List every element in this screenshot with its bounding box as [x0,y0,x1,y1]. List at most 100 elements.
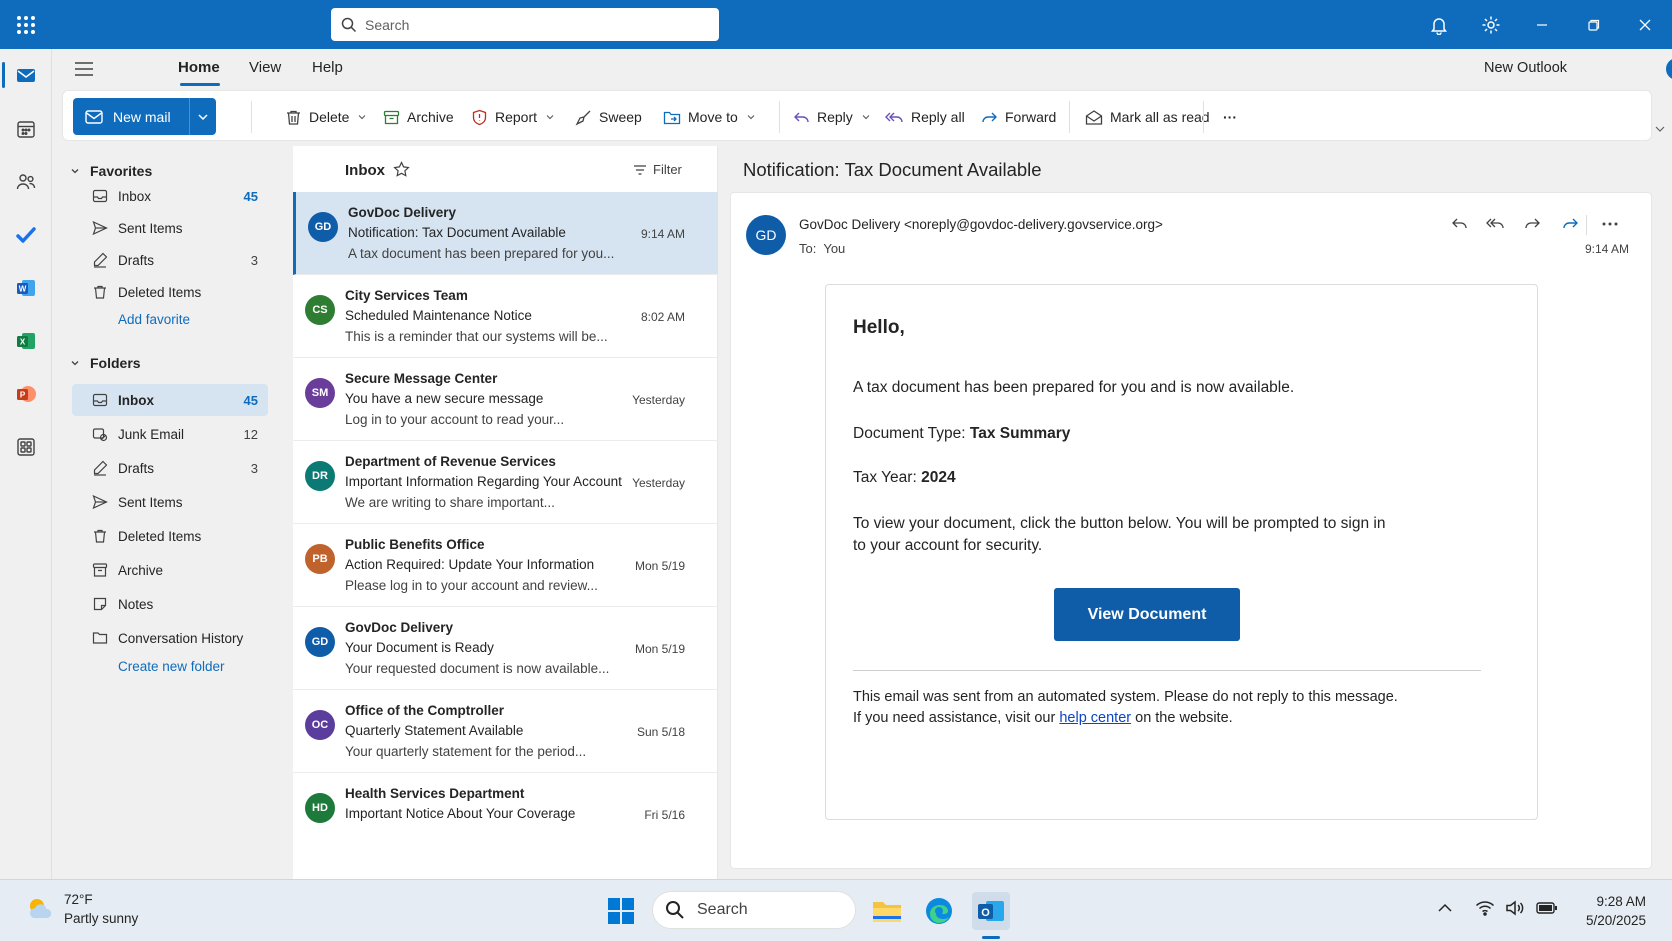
message-item[interactable]: PB Public Benefits Office Action Require… [293,524,718,607]
forward-blue-icon[interactable] [1557,211,1583,237]
gear-icon[interactable] [1479,13,1503,37]
reply-all-icon[interactable] [1483,211,1509,237]
new-mail-button[interactable]: New mail [73,98,216,135]
favorite-drafts[interactable]: Drafts 3 [72,244,268,276]
favorite-deleted-items[interactable]: Deleted Items [72,276,268,308]
reply-all-button[interactable]: Reply all [885,99,965,135]
tax-year-label: Tax Year: [853,469,917,486]
message-subject: Notification: Tax Document Available [348,225,566,240]
message-subject: You have a new secure message [345,391,544,406]
minimize-icon[interactable] [1530,13,1554,37]
new-outlook-toggle[interactable] [1666,58,1672,80]
bell-icon[interactable] [1427,13,1451,37]
new-mail-dropdown[interactable] [189,98,216,135]
favorite-inbox[interactable]: Inbox 45 [72,180,268,212]
folder-notes[interactable]: Notes [72,588,268,620]
sender-address[interactable]: GovDoc Delivery <noreply@govdoc-delivery… [799,217,1163,232]
view-document-button[interactable]: View Document [1054,588,1240,641]
move-to-button[interactable]: Move to [663,99,763,135]
add-favorite-link[interactable]: Add favorite [118,312,190,327]
ribbon-expand-icon[interactable] [1654,124,1666,134]
help-center-link[interactable]: help center [1059,710,1131,726]
move-to-label: Move to [688,109,738,125]
restore-icon[interactable] [1582,13,1606,37]
document-type-value: Tax Summary [969,425,1071,442]
message-item[interactable]: GD GovDoc Delivery Notification: Tax Doc… [293,192,718,275]
folder-drafts[interactable]: Drafts 3 [72,452,268,484]
message-time: Mon 5/19 [634,559,685,573]
search-input[interactable]: Search [331,8,719,41]
favorites-header[interactable]: Favorites [70,163,152,179]
message-item[interactable]: CS City Services Team Scheduled Maintena… [293,275,718,358]
close-icon[interactable] [1633,13,1657,37]
inbox-icon [92,188,118,204]
reply-button[interactable]: Reply [793,99,878,135]
nav-label: Archive [118,562,164,578]
more-options-button[interactable]: ··· [1223,99,1237,135]
edge-icon[interactable] [920,892,958,930]
filter-icon [633,164,653,176]
chevron-up-icon[interactable] [1437,900,1453,916]
file-explorer-icon[interactable] [868,892,906,930]
message-item[interactable]: OC Office of the Comptroller Quarterly S… [293,690,718,773]
folder-archive[interactable]: Archive [72,554,268,586]
mail-icon[interactable] [10,59,42,91]
recipient[interactable]: You [823,241,845,256]
wifi-icon[interactable] [1475,900,1495,916]
battery-icon[interactable] [1536,900,1558,916]
powerpoint-icon[interactable]: P [10,378,42,410]
folder-sent-items[interactable]: Sent Items [72,486,268,518]
tab-help[interactable]: Help [312,59,343,76]
report-button[interactable]: Report [471,99,562,135]
folder-deleted-items[interactable]: Deleted Items [72,520,268,552]
sweep-button[interactable]: Sweep [575,99,642,135]
star-icon[interactable] [393,161,410,178]
folder-conversation-history[interactable]: Conversation History [72,622,268,654]
new-mail-main[interactable]: New mail [73,98,189,135]
volume-icon[interactable] [1505,900,1525,916]
mark-all-read-button[interactable]: Mark all as read [1085,99,1210,135]
instructions-line-2: to your account for security. [853,537,1043,554]
search-placeholder: Search [365,16,410,33]
favorite-sent-items[interactable]: Sent Items [72,212,268,244]
start-icon[interactable] [602,892,640,930]
hamburger-icon[interactable] [74,60,94,78]
word-icon[interactable]: W [10,272,42,304]
folders-header[interactable]: Folders [70,355,141,371]
todo-icon[interactable] [10,219,42,251]
taskbar-search[interactable]: Search [652,891,856,929]
calendar-icon[interactable] [10,113,42,145]
shield-icon [471,109,495,126]
forward-icon [981,109,1005,126]
forward-icon[interactable] [1519,211,1545,237]
archive-button[interactable]: Archive [383,99,454,135]
instructions-line-1: To view your document, click the button … [853,515,1386,532]
folders-label: Folders [90,355,141,371]
filter-button[interactable]: Filter [633,162,682,177]
forward-button[interactable]: Forward [981,99,1056,135]
unread-count: 45 [243,392,258,408]
tab-view[interactable]: View [249,59,281,76]
outlook-icon[interactable]: O [972,892,1010,930]
excel-icon[interactable]: X [10,325,42,357]
folder-junk-email[interactable]: Junk Email 12 [72,418,268,450]
message-item[interactable]: SM Secure Message Center You have a new … [293,358,718,441]
tab-home[interactable]: Home [178,59,220,76]
system-clock[interactable]: 9:28 AM 5/20/2025 [1586,892,1646,930]
create-new-folder-link[interactable]: Create new folder [118,659,225,674]
people-icon[interactable] [10,166,42,198]
message-item[interactable]: GD GovDoc Delivery Your Document is Read… [293,607,718,690]
message-time: Fri 5/16 [644,808,685,822]
weather-widget[interactable]: 72°F Partly sunny [26,890,138,928]
ribbon-tabs: Home View Help New Outlook [52,49,1672,89]
message-item[interactable]: HD Health Services Department Important … [293,773,718,856]
reading-pane: Notification: Tax Document Available GD … [728,146,1652,879]
folder-inbox[interactable]: Inbox 45 [72,384,268,416]
message-item[interactable]: DR Department of Revenue Services Import… [293,441,718,524]
reply-icon[interactable] [1447,211,1473,237]
reply-label: Reply [817,109,853,125]
more-apps-icon[interactable] [10,431,42,463]
more-options-icon[interactable] [1597,211,1623,237]
app-launcher-icon[interactable] [14,13,38,37]
delete-button[interactable]: Delete [285,99,374,135]
